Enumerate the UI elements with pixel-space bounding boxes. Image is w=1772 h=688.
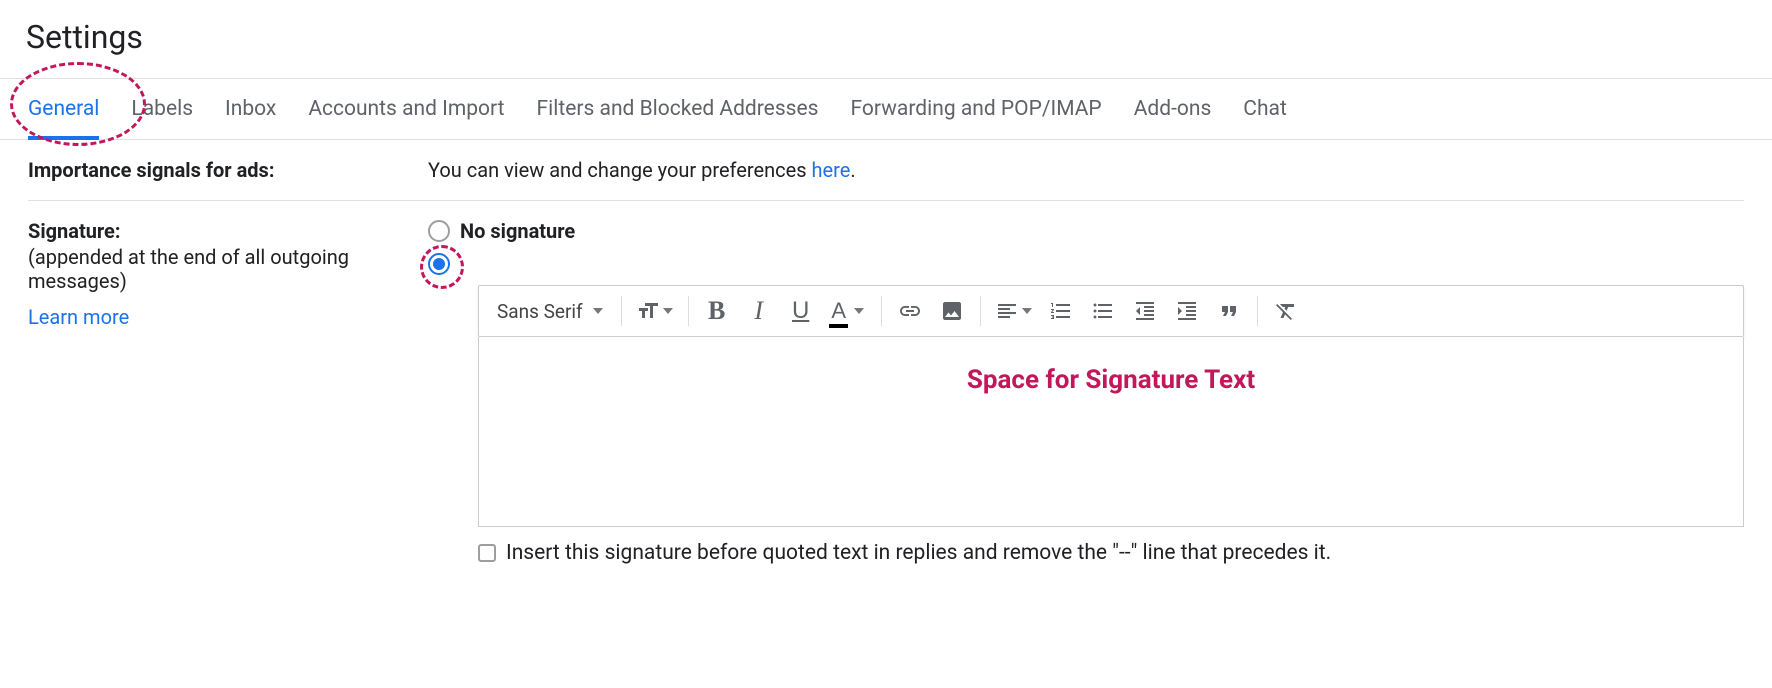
clear-formatting-icon (1274, 299, 1298, 323)
indent-more-button[interactable] (1167, 291, 1207, 331)
tab-labels[interactable]: Labels (131, 79, 193, 139)
tab-accounts-import[interactable]: Accounts and Import (308, 79, 504, 139)
align-left-icon (995, 299, 1019, 323)
importance-after: . (850, 158, 855, 182)
radio-line-no-signature: No signature (428, 219, 1744, 243)
tab-inbox[interactable]: Inbox (225, 79, 276, 139)
italic-icon: I (754, 296, 763, 326)
radio-no-signature[interactable] (428, 220, 450, 242)
tab-add-ons[interactable]: Add-ons (1134, 79, 1212, 139)
remove-formatting-button[interactable] (1266, 291, 1306, 331)
tab-chat[interactable]: Chat (1243, 79, 1287, 139)
radio-use-signature[interactable] (428, 253, 450, 275)
insert-image-button[interactable] (932, 291, 972, 331)
signature-textarea[interactable]: Space for Signature Text (478, 337, 1744, 527)
link-icon (898, 299, 922, 323)
row-importance-signals: Importance signals for ads: You can view… (28, 140, 1744, 201)
italic-button[interactable]: I (739, 291, 779, 331)
importance-text: You can view and change your preferences (428, 158, 811, 182)
insert-link-button[interactable] (890, 291, 930, 331)
font-family-label: Sans Serif (497, 300, 583, 323)
importance-here-link[interactable]: here (811, 158, 850, 182)
toolbar-separator (980, 296, 981, 326)
tab-forwarding-pop-imap[interactable]: Forwarding and POP/IMAP (850, 79, 1101, 139)
quote-button[interactable] (1209, 291, 1249, 331)
indent-decrease-icon (1133, 299, 1157, 323)
text-size-icon (636, 299, 660, 323)
tab-filters-blocked[interactable]: Filters and Blocked Addresses (537, 79, 819, 139)
no-signature-label: No signature (460, 219, 575, 243)
bulleted-list-button[interactable] (1083, 291, 1123, 331)
signature-label: Signature: (28, 219, 428, 243)
editor-placeholder-annotation: Space for Signature Text (967, 365, 1255, 395)
signature-sublabel: (appended at the end of all outgoing mes… (28, 245, 428, 293)
settings-tabs: General Labels Inbox Accounts and Import… (0, 78, 1772, 140)
image-icon (940, 299, 964, 323)
importance-label: Importance signals for ads: (28, 158, 274, 182)
text-color-icon: A (831, 298, 846, 324)
align-button[interactable] (989, 291, 1039, 331)
editor-toolbar: Sans Serif B I U A (478, 285, 1744, 337)
indent-increase-icon (1175, 299, 1199, 323)
signature-editor: Sans Serif B I U A (478, 285, 1744, 527)
font-family-selector[interactable]: Sans Serif (487, 300, 613, 323)
numbered-list-button[interactable] (1041, 291, 1081, 331)
toolbar-separator (1257, 296, 1258, 326)
chevron-down-icon (593, 308, 603, 314)
row-signature: Signature: (appended at the end of all o… (28, 201, 1744, 583)
toolbar-separator (688, 296, 689, 326)
text-color-button[interactable]: A (823, 291, 873, 331)
font-size-button[interactable] (630, 291, 680, 331)
radio-line-use-signature (428, 253, 1744, 275)
insert-before-quoted-checkbox[interactable] (478, 544, 496, 562)
bold-button[interactable]: B (697, 291, 737, 331)
toolbar-separator (621, 296, 622, 326)
insert-before-quoted-row: Insert this signature before quoted text… (478, 541, 1744, 565)
signature-learn-more-link[interactable]: Learn more (28, 305, 129, 329)
bold-icon: B (708, 296, 725, 326)
quote-icon (1217, 299, 1241, 323)
tab-general[interactable]: General (28, 79, 99, 139)
chevron-down-icon (1022, 308, 1032, 314)
chevron-down-icon (854, 308, 864, 314)
underline-button[interactable]: U (781, 291, 821, 331)
insert-before-quoted-label: Insert this signature before quoted text… (506, 541, 1331, 565)
chevron-down-icon (663, 308, 673, 314)
underline-icon: U (792, 297, 809, 325)
toolbar-separator (881, 296, 882, 326)
numbered-list-icon (1049, 299, 1073, 323)
page-title: Settings (0, 0, 1772, 78)
bulleted-list-icon (1091, 299, 1115, 323)
indent-less-button[interactable] (1125, 291, 1165, 331)
settings-content: Importance signals for ads: You can view… (0, 140, 1772, 583)
